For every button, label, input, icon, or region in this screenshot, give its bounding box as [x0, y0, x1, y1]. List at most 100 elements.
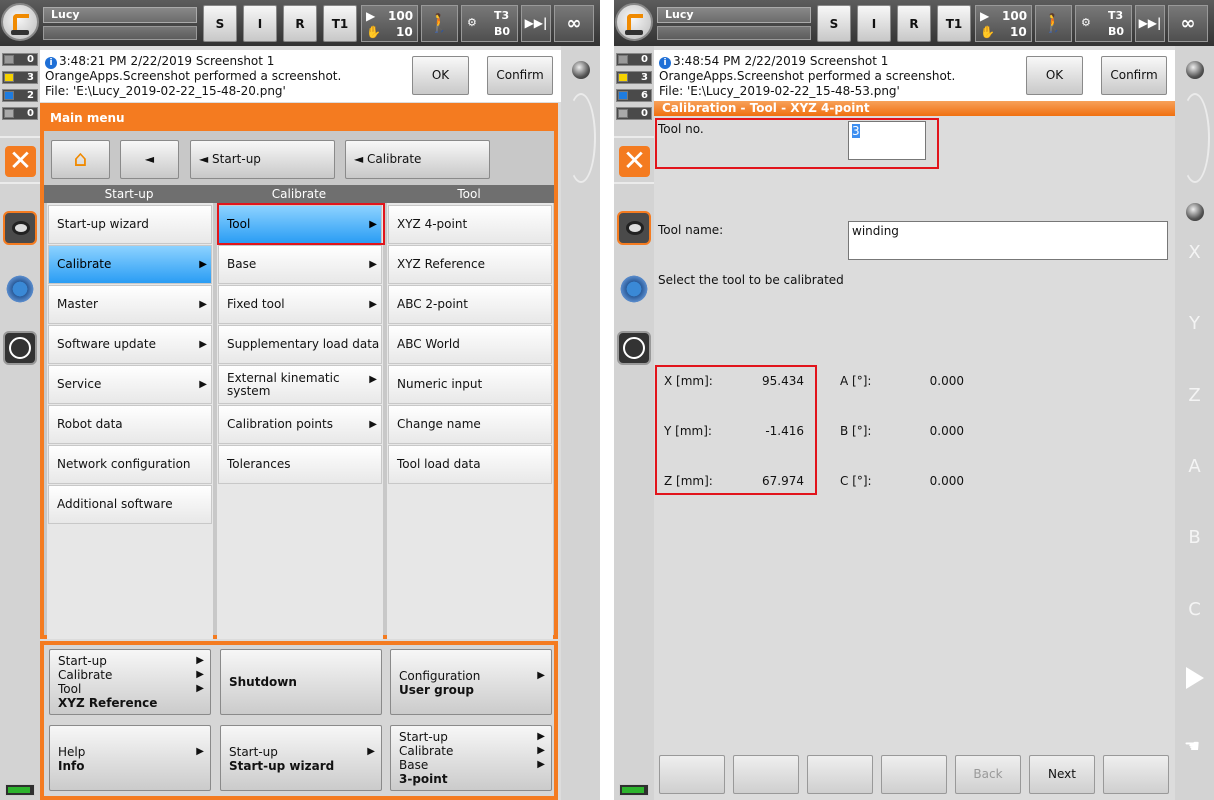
warning-count[interactable]: 3	[616, 71, 652, 84]
camera-icon[interactable]	[617, 211, 651, 245]
nav-calibrate-button[interactable]: ◄ Calibrate	[345, 140, 490, 179]
robot-name[interactable]: Lucy	[43, 7, 197, 23]
favorite-info[interactable]: Help Info ▶	[49, 725, 211, 791]
menu-item-tolerances[interactable]: Tolerances	[218, 445, 382, 484]
jog-axis-a[interactable]: A	[1175, 456, 1214, 477]
confirm-all-button[interactable]: Confirm all	[1101, 56, 1167, 119]
menu-item-additional-software[interactable]: Additional software	[48, 485, 212, 524]
tool-base-button[interactable]: ⚙ T3 B0	[461, 5, 518, 42]
operating-mode-button[interactable]: T1	[937, 5, 971, 42]
jog-mode-button[interactable]: ∞	[1168, 5, 1208, 42]
menu-item-robot-data[interactable]: Robot data	[48, 405, 212, 444]
favorite-shutdown[interactable]: Shutdown	[220, 649, 382, 715]
wait-count[interactable]: 0	[616, 107, 652, 120]
menu-item-supplementary-load-data[interactable]: Supplementary load data	[218, 325, 382, 364]
tool-base-button[interactable]: ⚙ T3 B0	[1075, 5, 1132, 42]
close-icon: ✕	[5, 146, 36, 177]
walking-person-icon[interactable]: 🚶	[421, 5, 458, 42]
favorite-xyz-reference[interactable]: Start-up Calibrate Tool XYZ Reference ▶ ▶ ▶	[49, 649, 211, 715]
menu-item-software-update[interactable]: Software update ▶	[48, 325, 212, 364]
submit-status-button[interactable]: S	[203, 5, 237, 42]
menu-item-service[interactable]: Service ▶	[48, 365, 212, 404]
next-button[interactable]: Next	[1029, 755, 1095, 794]
robot-interpreter-button[interactable]: R	[283, 5, 317, 42]
menu-item-startup-wizard[interactable]: Start-up wizard	[48, 205, 212, 244]
softkey-2[interactable]	[733, 755, 799, 794]
program-field[interactable]	[657, 26, 811, 40]
menu-item-network-configuration[interactable]: Network configuration	[48, 445, 212, 484]
main-menu-title: Main menu	[44, 107, 554, 131]
incremental-jog-icon[interactable]: ▶▶|	[1135, 5, 1165, 42]
clock-icon[interactable]	[3, 331, 37, 365]
incremental-jog-icon[interactable]: ▶▶|	[521, 5, 551, 42]
softkey-3[interactable]	[807, 755, 873, 794]
back-button[interactable]: Back	[955, 755, 1021, 794]
rotate-arc-icon[interactable]	[566, 93, 596, 183]
globe-icon[interactable]	[1186, 61, 1204, 79]
menu-item-xyz-reference[interactable]: XYZ Reference	[388, 245, 552, 284]
drives-status-button[interactable]: I	[243, 5, 277, 42]
home-button[interactable]: ⌂	[51, 140, 110, 179]
rotate-arc-icon[interactable]	[1180, 93, 1210, 183]
softkey-1[interactable]	[659, 755, 725, 794]
menu-item-calibrate[interactable]: Calibrate ▶	[48, 245, 212, 284]
nav-startup-button[interactable]: ◄ Start-up	[190, 140, 335, 179]
globe-icon[interactable]	[1186, 203, 1204, 221]
confirm-all-button[interactable]: Confirm all	[487, 56, 553, 119]
jog-axis-b[interactable]: B	[1175, 527, 1214, 548]
info-count[interactable]: 2	[2, 89, 38, 102]
favorite-3-point[interactable]: Start-up Calibrate Base 3-point ▶ ▶ ▶	[390, 725, 552, 791]
settings-gear-icon[interactable]	[617, 272, 651, 306]
jog-axis-z[interactable]: Z	[1175, 385, 1214, 406]
close-button[interactable]: ✕	[614, 136, 654, 184]
clock-icon[interactable]	[617, 331, 651, 365]
walking-person-icon[interactable]: 🚶	[1035, 5, 1072, 42]
favorite-startup-wizard[interactable]: Start-up Start-up wizard ▶	[220, 725, 382, 791]
menu-item-master[interactable]: Master ▶	[48, 285, 212, 324]
program-field[interactable]	[43, 26, 197, 40]
menu-item-base[interactable]: Base ▶	[218, 245, 382, 284]
jog-axis-x[interactable]: X	[1175, 242, 1214, 263]
globe-icon[interactable]	[572, 61, 590, 79]
menu-item-abc-2-point[interactable]: ABC 2-point	[388, 285, 552, 324]
menu-item-tool-load-data[interactable]: Tool load data	[388, 445, 552, 484]
softkey-4[interactable]	[881, 755, 947, 794]
robot-logo-icon[interactable]	[615, 3, 653, 41]
favorite-user-group[interactable]: Configuration User group ▶	[390, 649, 552, 715]
settings-gear-icon[interactable]	[3, 272, 37, 306]
acknowledge-count[interactable]: 0	[2, 53, 38, 66]
drives-status-button[interactable]: I	[857, 5, 891, 42]
menu-item-numeric-input[interactable]: Numeric input	[388, 365, 552, 404]
menu-item-fixed-tool[interactable]: Fixed tool ▶	[218, 285, 382, 324]
robot-logo-icon[interactable]	[1, 3, 39, 41]
c-label: C [°]:	[840, 474, 872, 488]
override-button[interactable]: ▶ 100 ✋ 10	[975, 5, 1032, 42]
ok-button[interactable]: OK	[412, 56, 469, 95]
back-button[interactable]: ◄	[120, 140, 179, 179]
robot-name[interactable]: Lucy	[657, 7, 811, 23]
close-button[interactable]: ✕	[0, 136, 40, 184]
jog-mode-button[interactable]: ∞	[554, 5, 594, 42]
wait-count[interactable]: 0	[2, 107, 38, 120]
menu-item-external-kinematic-system[interactable]: External kinematic system ▶	[218, 365, 382, 404]
ok-button[interactable]: OK	[1026, 56, 1083, 95]
tool-name-input[interactable]: winding	[848, 221, 1168, 260]
jog-axis-c[interactable]: C	[1175, 599, 1214, 620]
warning-count[interactable]: 3	[2, 71, 38, 84]
menu-item-change-name[interactable]: Change name	[388, 405, 552, 444]
camera-icon[interactable]	[3, 211, 37, 245]
robot-interpreter-button[interactable]: R	[897, 5, 931, 42]
hand-guiding-icon[interactable]: ☚	[1184, 736, 1200, 757]
info-count[interactable]: 6	[616, 89, 652, 102]
jog-axis-y[interactable]: Y	[1175, 313, 1214, 334]
softkey-7[interactable]	[1103, 755, 1169, 794]
override-button[interactable]: ▶ 100 ✋ 10	[361, 5, 418, 42]
submit-status-button[interactable]: S	[817, 5, 851, 42]
menu-item-abc-world[interactable]: ABC World	[388, 325, 552, 364]
menu-item-xyz-4-point[interactable]: XYZ 4-point	[388, 205, 552, 244]
acknowledge-count[interactable]: 0	[616, 53, 652, 66]
start-icon[interactable]	[1186, 667, 1204, 689]
menu-item-calibration-points[interactable]: Calibration points ▶	[218, 405, 382, 444]
active-tool: T3	[494, 9, 510, 22]
operating-mode-button[interactable]: T1	[323, 5, 357, 42]
